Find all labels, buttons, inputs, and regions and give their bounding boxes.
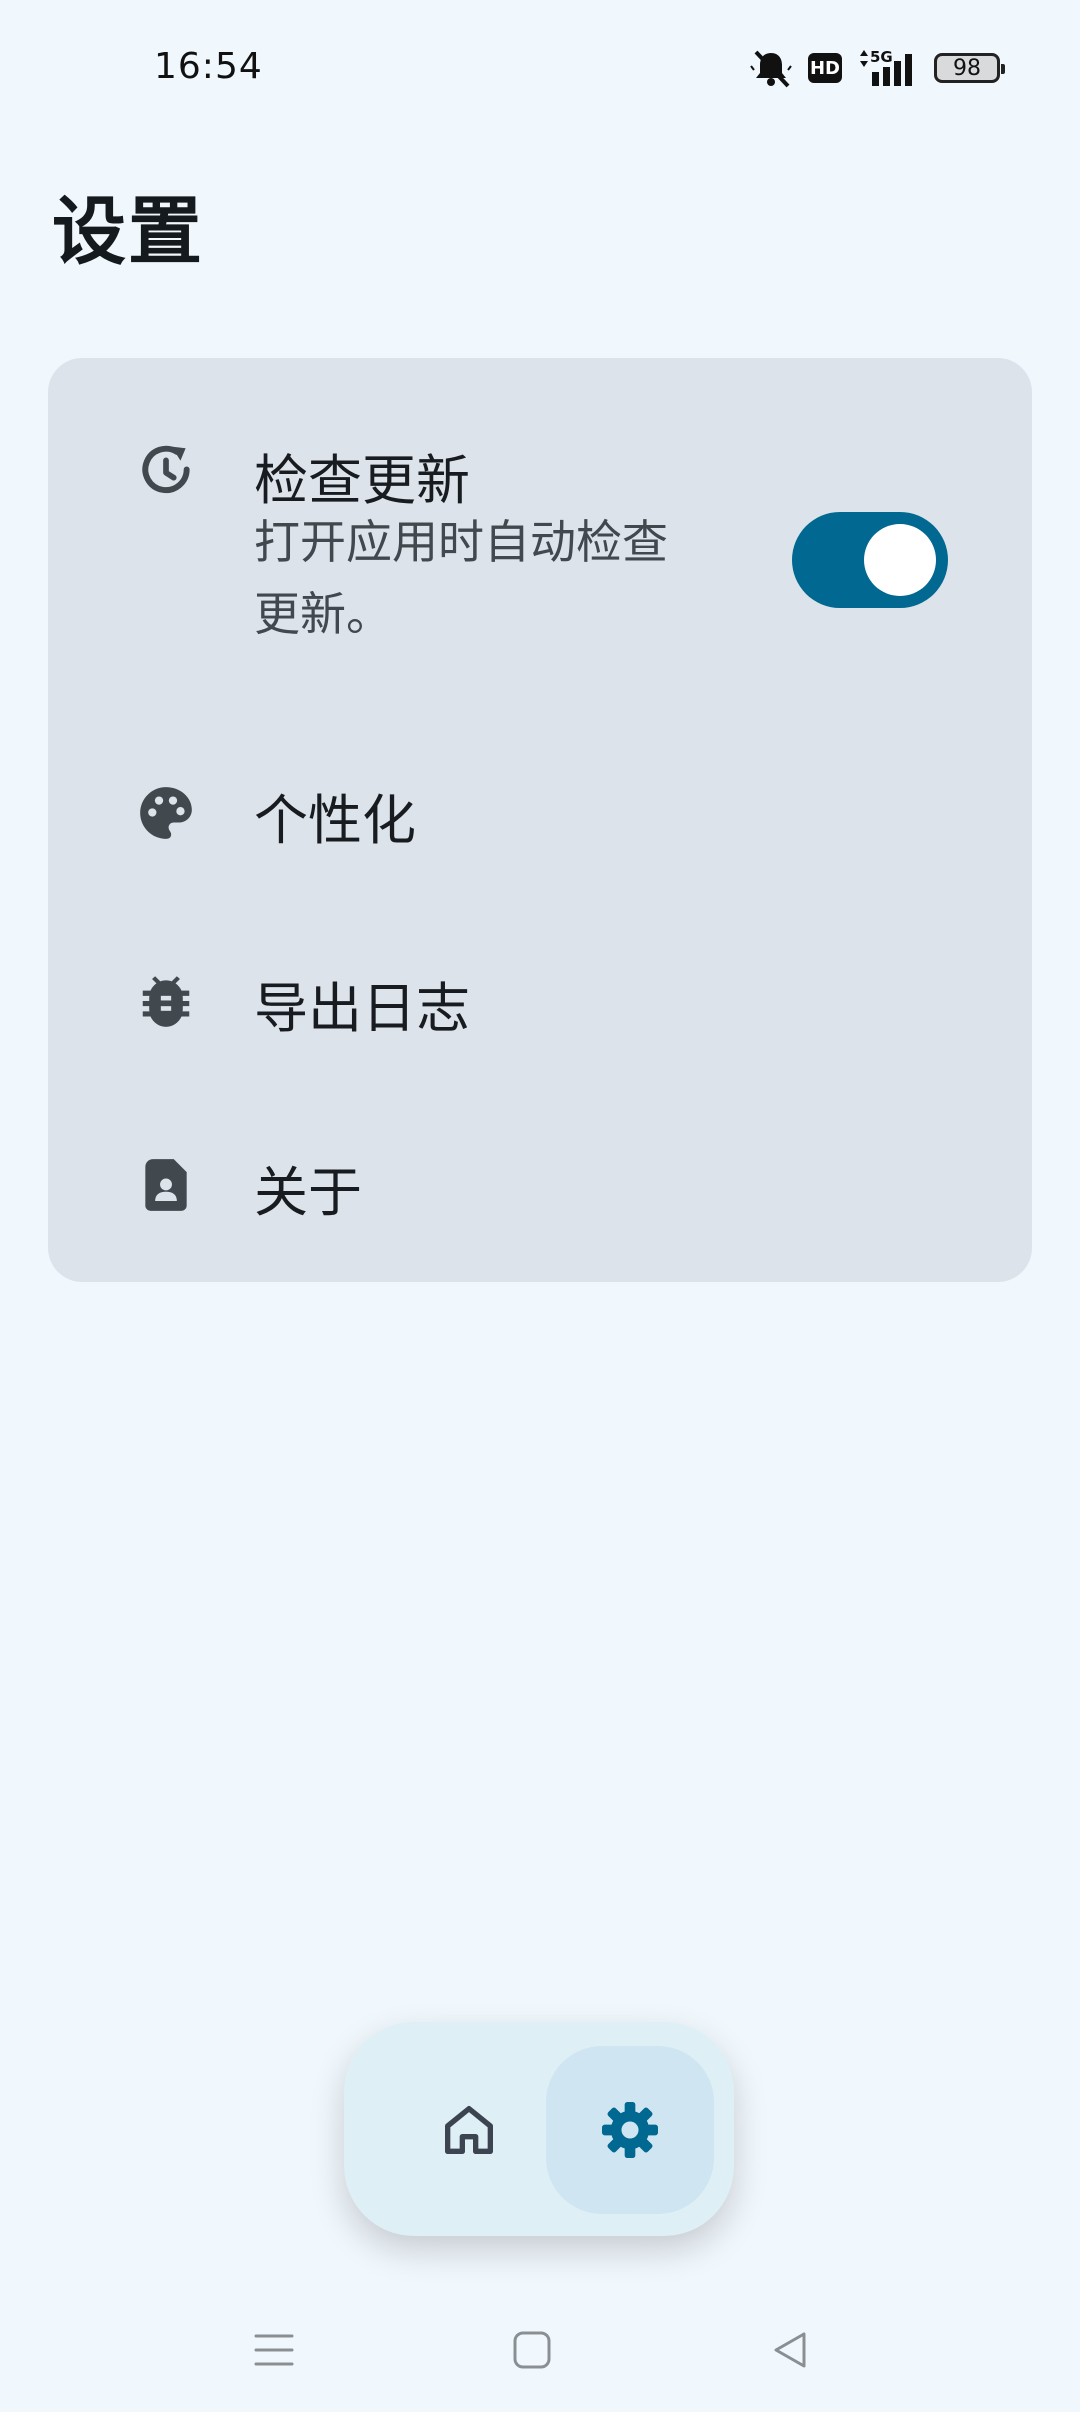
update-clock-icon: [134, 440, 198, 504]
settings-card: 检查更新 打开应用时自动检查 更新。 个性化 导出日志 关于: [48, 358, 1032, 1282]
settings-item-check-update[interactable]: 检查更新 打开应用时自动检查 更新。: [48, 418, 1032, 678]
page-title: 设置: [52, 189, 204, 275]
settings-screen: 16:54 HD 5G 98 设置 检查更新 打开应用时自动检查 更新。 个性化…: [0, 0, 1080, 2412]
signal-5g-icon: 5G: [860, 48, 912, 86]
system-menu-button[interactable]: [244, 2320, 304, 2380]
check-update-subtitle-line2: 更新。: [254, 587, 392, 641]
status-time: 16:54: [154, 46, 263, 87]
system-navigation-bar: [0, 2300, 1080, 2412]
home-icon: [445, 2106, 493, 2154]
settings-item-export-log[interactable]: 导出日志: [48, 926, 1032, 1076]
back-icon: [774, 2332, 806, 2368]
status-bar: 16:54 HD 5G 98: [0, 0, 1080, 140]
check-update-subtitle: 打开应用时自动检查 更新。: [254, 506, 754, 650]
menu-icon: [254, 2334, 294, 2366]
about-title: 关于: [254, 1161, 362, 1224]
home-square-icon: [513, 2331, 551, 2369]
settings-item-about[interactable]: 关于: [48, 1110, 1032, 1260]
check-update-title: 检查更新: [254, 449, 470, 512]
bottom-navigation: [344, 2022, 734, 2236]
palette-icon: [134, 781, 198, 845]
personalization-title: 个性化: [254, 789, 416, 852]
network-label: 5G: [870, 48, 893, 66]
system-back-button[interactable]: [760, 2320, 820, 2380]
export-log-title: 导出日志: [254, 977, 470, 1040]
check-update-toggle[interactable]: [792, 512, 948, 608]
gear-icon: [602, 2102, 658, 2158]
check-update-subtitle-line1: 打开应用时自动检查: [254, 515, 668, 569]
hd-icon: HD: [808, 53, 842, 83]
battery-level: 98: [953, 55, 981, 81]
bug-icon: [134, 969, 198, 1033]
bell-muted-icon: [750, 50, 792, 88]
settings-item-personalization[interactable]: 个性化: [48, 738, 1032, 888]
nav-settings-button[interactable]: [546, 2046, 714, 2214]
system-home-button[interactable]: [502, 2320, 562, 2380]
nav-home-button[interactable]: [384, 2048, 554, 2212]
toggle-knob: [864, 524, 936, 596]
status-icons: HD 5G 98: [748, 46, 1005, 90]
battery-icon: 98: [934, 53, 1005, 83]
contact-file-icon: [134, 1153, 198, 1217]
